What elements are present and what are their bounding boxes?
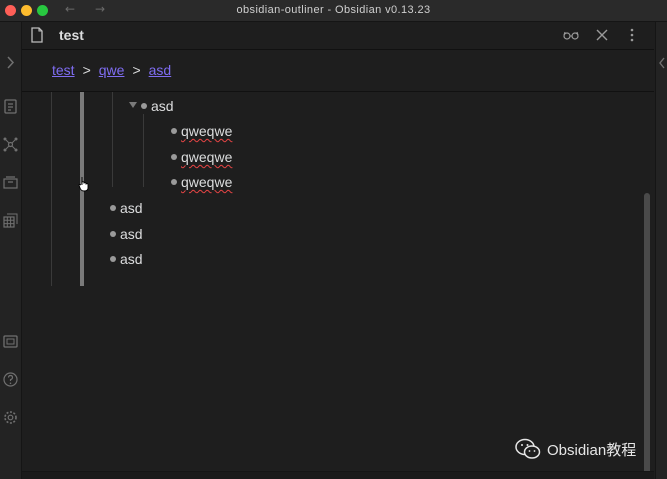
list-item-child[interactable]: qweqwe: [181, 149, 232, 165]
indent-guide: [112, 92, 113, 187]
close-icon[interactable]: [594, 28, 610, 42]
left-ribbon: [0, 22, 22, 479]
list-item-parent[interactable]: asd: [151, 98, 174, 114]
list-bullet[interactable]: [110, 256, 116, 262]
list-item-child[interactable]: qweqwe: [181, 174, 232, 190]
wechat-logo-icon: [515, 438, 541, 459]
list-bullet[interactable]: [141, 103, 147, 109]
note-title: test: [59, 27, 84, 43]
list-bullet[interactable]: [171, 179, 177, 185]
grid-icon[interactable]: [2, 212, 19, 229]
list-bullet[interactable]: [171, 128, 177, 134]
breadcrumb-item-asd[interactable]: asd: [149, 62, 172, 78]
indent-guide: [143, 114, 144, 187]
graph-view-icon[interactable]: [2, 136, 19, 153]
editor-pane: test test > qwe > asd asd qweqwe qweqwe …: [22, 22, 654, 479]
more-options-icon[interactable]: [624, 28, 640, 42]
vault-icon[interactable]: [2, 333, 19, 350]
help-icon[interactable]: [2, 371, 19, 388]
breadcrumb-separator: >: [132, 62, 141, 78]
reading-view-icon[interactable]: [563, 28, 579, 42]
breadcrumb-separator: >: [82, 62, 91, 78]
obsidian-window: ← → obsidian-outliner - Obsidian v0.13.2…: [0, 0, 667, 479]
fold-toggle-icon[interactable]: [129, 102, 137, 108]
breadcrumb-item-test[interactable]: test: [52, 62, 75, 78]
indent-guide: [51, 92, 52, 286]
list-bullet[interactable]: [110, 231, 116, 237]
collapse-arrow-icon[interactable]: [2, 54, 19, 71]
window-title: obsidian-outliner - Obsidian v0.13.23: [236, 4, 431, 16]
scrollbar[interactable]: [644, 193, 650, 475]
collapse-right-sidebar-icon[interactable]: [657, 56, 667, 70]
settings-icon[interactable]: [2, 409, 19, 426]
breadcrumb-item-qwe[interactable]: qwe: [99, 62, 125, 78]
archive-icon[interactable]: [2, 174, 19, 191]
title-bar: ← → obsidian-outliner - Obsidian v0.13.2…: [0, 0, 667, 22]
breadcrumb: test > qwe > asd: [52, 62, 171, 78]
list-item-sibling[interactable]: asd: [120, 226, 143, 242]
list-bullet[interactable]: [171, 154, 177, 160]
watermark-text: Obsidian教程: [547, 441, 637, 459]
hand-cursor-icon: [78, 177, 89, 192]
file-icon: [31, 27, 43, 43]
watermark: Obsidian教程: [515, 438, 636, 460]
list-item-sibling[interactable]: asd: [120, 200, 143, 216]
outliner-content: asd qweqwe qweqwe qweqwe asd asd asd: [22, 92, 642, 479]
status-bar: [22, 471, 654, 479]
list-item-child[interactable]: qweqwe: [181, 123, 232, 139]
open-quick-switcher-icon[interactable]: [2, 98, 19, 115]
list-item-sibling[interactable]: asd: [120, 251, 143, 267]
right-ribbon: [655, 22, 667, 479]
list-bullet[interactable]: [110, 205, 116, 211]
view-header: test: [22, 22, 654, 50]
